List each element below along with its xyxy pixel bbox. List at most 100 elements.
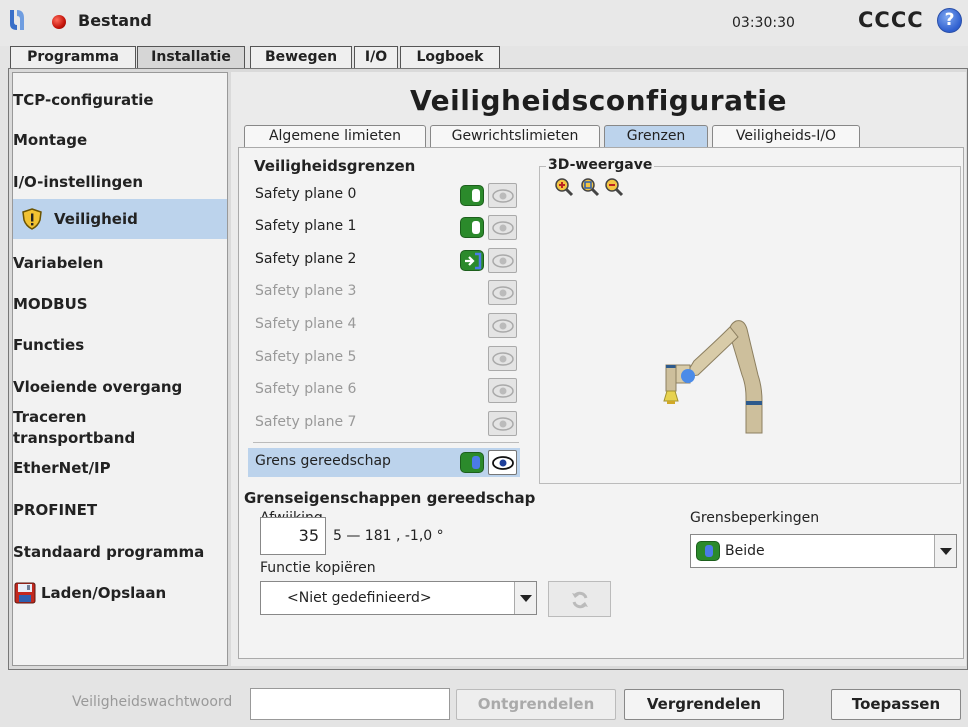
sidebar-item-montage[interactable]: Montage — [13, 130, 227, 152]
tab-installatie[interactable]: Installatie — [137, 46, 245, 70]
refresh-icon — [572, 591, 588, 609]
plane-toggle[interactable] — [460, 217, 484, 238]
copy-feature-refresh-button[interactable] — [548, 581, 611, 617]
sidebar-item-label: Montage — [13, 131, 88, 149]
robot-status-icon — [52, 15, 66, 29]
tool-boundary-visibility-button[interactable] — [488, 450, 517, 475]
plane-visibility-button[interactable] — [488, 280, 517, 305]
tab-grenzen[interactable]: Grenzen — [604, 125, 708, 147]
content-panel: Veiligheidsconfiguratie Algemene limiete… — [231, 72, 966, 666]
tool-props-heading: Grenseigenschappen gereedschap — [244, 489, 536, 507]
tab-veiligheids-io[interactable]: Veiligheids-I/O — [712, 125, 860, 147]
plane-visibility-button[interactable] — [488, 378, 517, 403]
3d-view-label: 3D-weergave — [546, 157, 655, 173]
3d-view[interactable]: 3D-weergave — [539, 157, 961, 484]
eye-icon — [492, 254, 514, 268]
eye-icon — [492, 221, 514, 235]
plane-row[interactable]: Safety plane 5 — [248, 344, 520, 373]
apply-button[interactable]: Toepassen — [831, 689, 961, 720]
help-icon[interactable]: ? — [937, 8, 962, 33]
sidebar-item-veiligheid[interactable]: Veiligheid — [13, 199, 227, 239]
sidebar-item-label: Vloeiende overgang — [13, 378, 183, 396]
zoom-in-icon[interactable] — [554, 177, 574, 197]
boundaries-panel: Veiligheidsgrenzen Safety plane 0 Safety… — [238, 147, 964, 659]
offset-input[interactable]: 35 — [260, 517, 326, 555]
plane-label: Safety plane 5 — [255, 349, 357, 365]
plane-visibility-button[interactable] — [488, 183, 517, 208]
eye-icon — [492, 286, 514, 300]
top-bar: Bestand 03:30:30 CCCC ? — [0, 0, 968, 46]
plane-visibility-button[interactable] — [488, 346, 517, 371]
sidebar-item-traceren-transportband[interactable]: Traceren transportband — [13, 407, 227, 449]
sidebar-item-ethernet-ip[interactable]: EtherNet/IP — [13, 458, 227, 480]
sidebar-item-label: I/O-instellingen — [13, 173, 144, 191]
lock-button[interactable]: Vergrendelen — [624, 689, 784, 720]
copy-feature-dropdown[interactable]: <Niet gedefinieerd> — [260, 581, 537, 615]
tool-boundary-toggle[interactable] — [460, 452, 484, 473]
tab-gewrichtslimieten[interactable]: Gewrichtslimieten — [430, 125, 600, 147]
plane-row[interactable]: Safety plane 6 — [248, 376, 520, 405]
zoom-fit-icon[interactable] — [580, 177, 600, 197]
plane-row[interactable]: Safety plane 7 — [248, 409, 520, 438]
sidebar-item-variabelen[interactable]: Variabelen — [13, 253, 227, 275]
plane-visibility-button[interactable] — [488, 313, 517, 338]
sidebar-item-tcp-configuratie[interactable]: TCP-configuratie — [13, 90, 227, 112]
sidebar-item-label: Functies — [13, 336, 85, 354]
chevron-down-icon[interactable] — [934, 535, 956, 567]
sidebar-item-profinet[interactable]: PROFINET — [13, 500, 227, 522]
plane-trigger-toggle[interactable] — [460, 250, 484, 271]
sidebar-item-label: Standaard programma — [13, 543, 205, 561]
restrictions-label: Grensbeperkingen — [690, 510, 820, 526]
trigger-arrow-icon — [465, 252, 482, 270]
sidebar-item-laden-opslaan[interactable]: Laden/Opslaan — [13, 581, 227, 605]
robot-3d-model — [663, 320, 763, 434]
ur-logo-icon[interactable] — [8, 8, 26, 32]
sidebar-item-label: TCP-configuratie — [13, 91, 154, 109]
plane-toggle[interactable] — [460, 185, 484, 206]
plane-row[interactable]: Safety plane 3 — [248, 278, 520, 307]
plane-row[interactable]: Safety plane 1 — [248, 213, 520, 242]
sidebar-item-label: MODBUS — [13, 295, 88, 313]
shield-warning-icon — [22, 208, 42, 230]
plane-label: Safety plane 1 — [255, 218, 357, 234]
plane-label: Safety plane 0 — [255, 186, 357, 202]
sidebar-item-functies[interactable]: Functies — [13, 335, 227, 357]
sidebar-item-label: EtherNet/IP — [13, 459, 111, 477]
plane-visibility-button[interactable] — [488, 248, 517, 273]
chevron-down-icon[interactable] — [514, 582, 536, 614]
unlock-button[interactable]: Ontgrendelen — [456, 689, 616, 720]
plane-label: Safety plane 7 — [255, 414, 357, 430]
sidebar-item-modbus[interactable]: MODBUS — [13, 294, 227, 316]
offset-range: 5 — 181 , -1,0 ° — [333, 528, 444, 544]
plane-row[interactable]: Safety plane 0 — [248, 181, 520, 210]
sidebar-item-label: Veiligheid — [54, 210, 138, 228]
plane-visibility-button[interactable] — [488, 215, 517, 240]
tab-io[interactable]: I/O — [354, 46, 398, 69]
restrictions-toggle-icon — [696, 541, 720, 561]
sidebar-item-vloeiende-overgang[interactable]: Vloeiende overgang — [13, 377, 227, 399]
tab-bewegen[interactable]: Bewegen — [250, 46, 352, 69]
bottom-bar: Veiligheidswachtwoord Ontgrendelen Vergr… — [0, 672, 968, 727]
sidebar-item-label: Laden/Opslaan — [41, 584, 167, 602]
sidebar-item-io-instellingen[interactable]: I/O-instellingen — [13, 172, 227, 194]
plane-label: Safety plane 6 — [255, 381, 357, 397]
plane-label: Safety plane 2 — [255, 251, 357, 267]
clock: 03:30:30 — [732, 15, 795, 31]
installation-frame: TCP-configuratie Montage I/O-instellinge… — [8, 68, 968, 670]
tab-algemene-limieten[interactable]: Algemene limieten — [244, 125, 426, 147]
eye-icon — [492, 319, 514, 333]
sidebar-item-standaard-programma[interactable]: Standaard programma — [13, 542, 227, 564]
tab-programma[interactable]: Programma — [10, 46, 136, 69]
plane-row[interactable]: Safety plane 4 — [248, 311, 520, 340]
plane-row[interactable]: Safety plane 2 — [248, 246, 520, 275]
robot-name: CCCC — [858, 8, 924, 32]
safety-password-input[interactable] — [250, 688, 450, 720]
copy-feature-label: Functie kopiëren — [260, 560, 376, 576]
zoom-out-icon[interactable] — [604, 177, 624, 197]
plane-visibility-button[interactable] — [488, 411, 517, 436]
tab-logboek[interactable]: Logboek — [400, 46, 500, 69]
sidebar-item-label: Variabelen — [13, 254, 104, 272]
floppy-disk-icon — [14, 582, 36, 604]
tool-boundary-row[interactable]: Grens gereedschap — [248, 448, 520, 477]
restrictions-dropdown[interactable]: Beide — [690, 534, 957, 568]
